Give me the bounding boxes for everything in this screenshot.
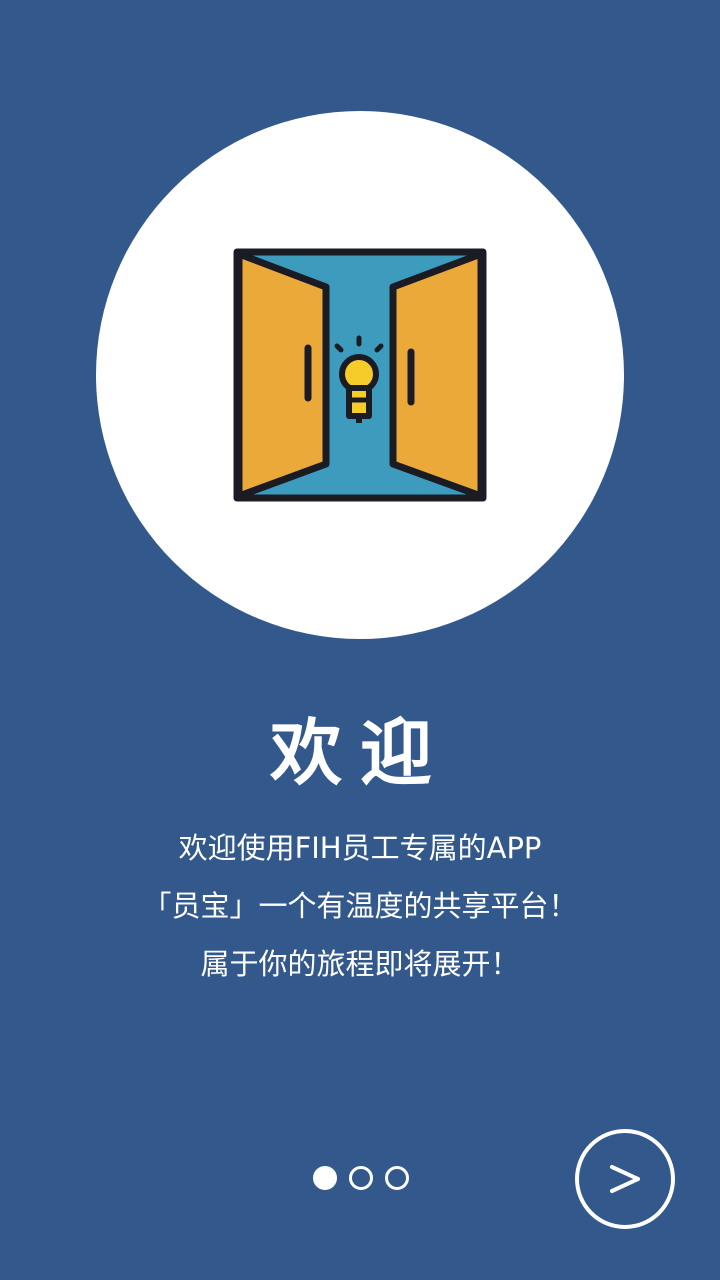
welcome-description-line-1: 欢迎使用FIH员工专属的APP bbox=[178, 831, 542, 865]
welcome-description-line-2: 「员宝」一个有温度的共享平台！ bbox=[142, 889, 578, 923]
chevron-right-icon bbox=[610, 1165, 640, 1193]
page-dot-3[interactable] bbox=[385, 1166, 409, 1190]
welcome-title: 欢迎 bbox=[269, 711, 450, 795]
page-dot-1[interactable] bbox=[313, 1166, 337, 1190]
open-door-lightbulb-icon bbox=[233, 248, 487, 502]
next-button[interactable] bbox=[575, 1129, 675, 1229]
page-indicator bbox=[313, 1166, 409, 1190]
welcome-description-line-3: 属于你的旅程即将展开！ bbox=[200, 947, 520, 981]
page-dot-2[interactable] bbox=[349, 1166, 373, 1190]
